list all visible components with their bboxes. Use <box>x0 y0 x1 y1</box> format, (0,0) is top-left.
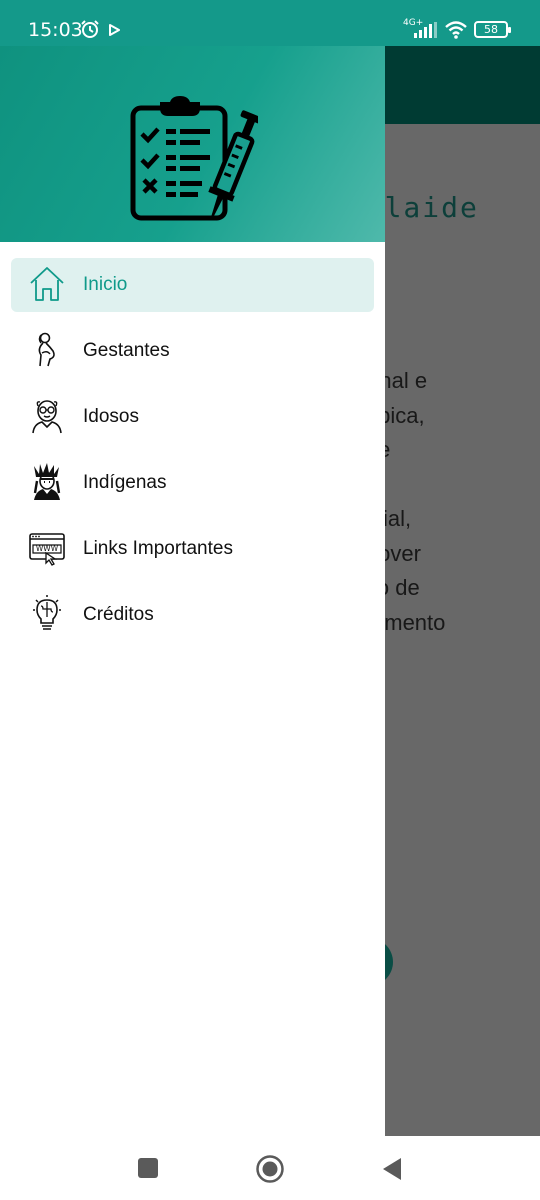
drawer-header <box>0 46 385 242</box>
menu-item-label: Inicio <box>83 274 128 295</box>
home-circle-icon[interactable] <box>255 1154 285 1184</box>
navigation-drawer: Inicio Gestantes Idosos Indígenas WWW Li… <box>0 46 385 1136</box>
status-bar: 15:03 4G+ 58 <box>0 0 540 46</box>
www-browser-icon: WWW <box>29 533 65 566</box>
alarm-icon <box>81 20 99 38</box>
menu-item-inicio[interactable]: Inicio <box>0 258 385 324</box>
drawer-menu: Inicio Gestantes Idosos Indígenas WWW Li… <box>0 242 385 654</box>
menu-item-idosos[interactable]: Idosos <box>0 390 385 456</box>
menu-item-label: Indígenas <box>83 472 167 493</box>
system-navigation-bar <box>0 1136 540 1200</box>
menu-item-label: Créditos <box>83 604 154 625</box>
status-time: 15:03 <box>28 19 83 41</box>
battery-level: 58 <box>484 23 498 36</box>
home-icon <box>30 267 64 301</box>
pregnant-woman-icon <box>38 332 55 367</box>
menu-item-creditos[interactable]: Créditos <box>0 588 385 654</box>
clipboard-syringe-icon <box>130 96 258 221</box>
elderly-man-icon <box>32 400 62 434</box>
wifi-icon <box>445 21 467 39</box>
back-triangle-icon[interactable] <box>381 1157 403 1181</box>
play-icon <box>109 24 120 36</box>
menu-item-label: Gestantes <box>83 340 170 361</box>
lightbulb-puzzle-icon <box>33 595 61 630</box>
battery-icon: 58 <box>474 21 511 38</box>
menu-item-links-importantes[interactable]: WWW Links Importantes <box>0 522 385 588</box>
menu-item-gestantes[interactable]: Gestantes <box>0 324 385 390</box>
signal-icon <box>414 22 437 38</box>
menu-item-label: Links Importantes <box>83 538 233 559</box>
menu-item-indigenas[interactable]: Indígenas <box>0 456 385 522</box>
recents-square-icon[interactable] <box>137 1157 159 1179</box>
app-title-text: laide <box>384 191 479 224</box>
menu-item-label: Idosos <box>83 406 139 427</box>
indigenous-person-icon <box>33 463 61 500</box>
